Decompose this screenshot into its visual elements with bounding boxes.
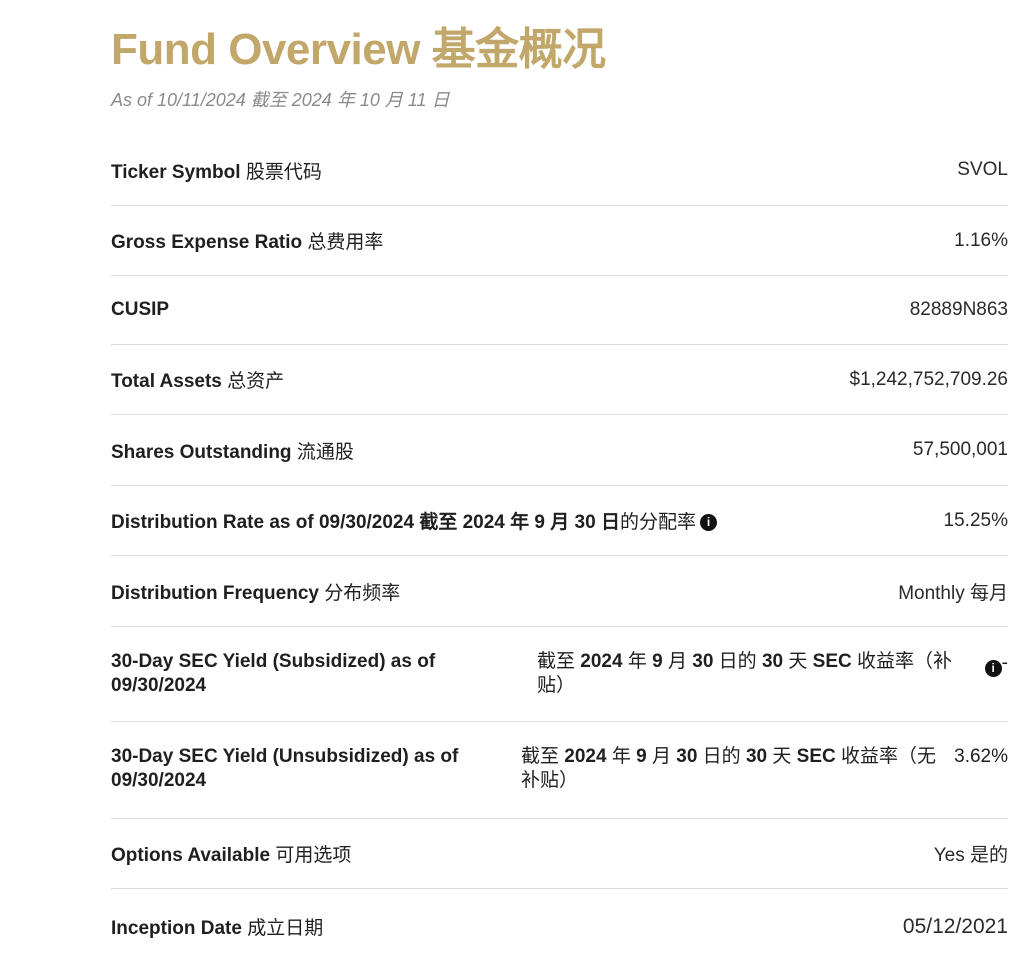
row-label: 30-Day SEC Yield (Subsidized) as of 09/3… — [111, 651, 436, 696]
row-label: Shares Outstanding 流通股 — [111, 441, 354, 463]
page-title: Fund Overview 基金概况 — [111, 25, 606, 74]
table-row: 30-Day SEC Yield (Unsubsidized) as of 09… — [111, 722, 1008, 819]
row-value: 05/12/2021 — [902, 914, 1008, 938]
row-label: Inception Date 成立日期 — [111, 918, 324, 939]
table-row: Ticker Symbol 股票代码 SVOL — [111, 135, 1008, 206]
row-label: Ticker Symbol 股票代码 — [111, 161, 322, 183]
table-row: CUSIP 82889N863 — [111, 276, 1008, 345]
row-value: Yes 是的 — [933, 845, 1008, 866]
row-value: SVOL — [957, 159, 1008, 180]
row-label: Total Assets 总资产 — [111, 371, 285, 392]
row-value: $1,242,752,709.26 — [849, 368, 1009, 390]
row-label-cn: 截至 2024 年 9 月 30 日的 30 天 SEC 收益率（补贴） — [537, 651, 953, 696]
table-row: 30-Day SEC Yield (Subsidized) as of 09/3… — [111, 627, 1008, 722]
row-value: i- — [956, 627, 1008, 698]
table-row: Distribution Rate as of 09/30/2024 截至 20… — [111, 486, 1008, 556]
fund-overview: Fund Overview 基金概况 As of 10/11/2024 截至 2… — [111, 0, 1008, 939]
table-row: Shares Outstanding 流通股 57,500,001 — [111, 415, 1008, 486]
table-row: Gross Expense Ratio 总费用率 1.16% — [111, 206, 1008, 276]
overview-table: Ticker Symbol 股票代码 SVOL Gross Expense Ra… — [111, 135, 1008, 964]
row-label: CUSIP — [111, 299, 170, 320]
row-value: 82889N863 — [909, 299, 1008, 320]
row-label: Gross Expense Ratio 总费用率 — [111, 232, 384, 253]
row-label-cn: 截至 2024 年 9 月 30 日的 30 天 SEC 收益率（无补贴） — [521, 746, 937, 791]
row-value: 1.16% — [954, 229, 1008, 251]
row-label: Distribution Frequency 分布频率 — [111, 582, 401, 604]
table-row: Total Assets 总资产 $1,242,752,709.26 — [111, 345, 1008, 415]
row-label: 30-Day SEC Yield (Unsubsidized) as of 09… — [111, 746, 459, 791]
row-value: 3.62% — [954, 746, 1008, 767]
info-icon[interactable]: i — [700, 514, 717, 532]
table-row: Distribution Frequency 分布频率 Monthly 每月 — [111, 556, 1008, 627]
info-icon[interactable]: i — [984, 660, 1002, 677]
table-row: Options Available 可用选项 Yes 是的 — [111, 819, 1008, 889]
table-row: Inception Date 成立日期 05/12/2021 — [111, 889, 1008, 964]
row-label: Distribution Rate as of 09/30/2024 截至 20… — [111, 507, 717, 534]
row-value: Monthly 每月 — [898, 582, 1008, 604]
as-of-date: As of 10/11/2024 截至 2024 年 10 月 11 日 — [111, 90, 450, 110]
row-value: 57,500,001 — [912, 439, 1008, 460]
row-label: Options Available 可用选项 — [111, 845, 352, 866]
row-value: 15.25% — [943, 509, 1008, 531]
